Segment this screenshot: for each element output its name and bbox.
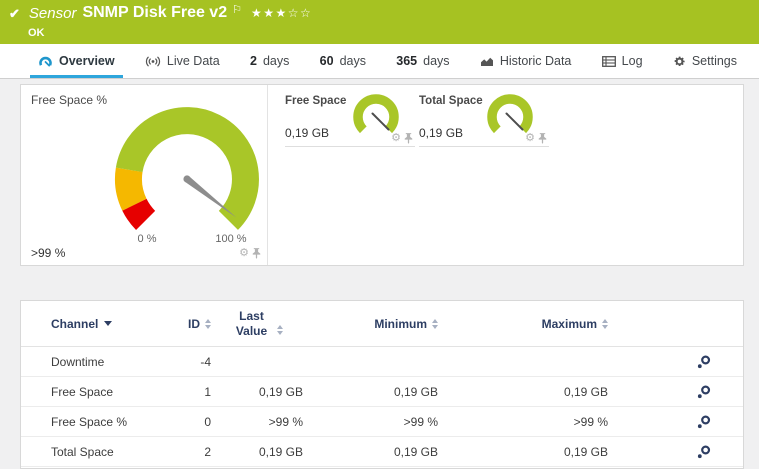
mini-gauge-settings-gear-icon[interactable]: ⚙ bbox=[391, 133, 401, 144]
mini-gauge-value: 0,19 GB bbox=[285, 126, 330, 140]
priority-stars[interactable]: ★★★☆☆ bbox=[251, 6, 312, 20]
free-space-percent-gauge-panel: Free Space % 0 % 100 % >99 % ⚙ bbox=[21, 85, 268, 265]
sensor-status-header: ✔ Sensor SNMP Disk Free v2 ⚐ ★★★☆☆ OK bbox=[0, 0, 759, 44]
sorted-desc-icon bbox=[104, 321, 113, 326]
channel-name: Free Space bbox=[51, 384, 114, 399]
gauge-settings-gear-icon[interactable]: ⚙ bbox=[239, 248, 249, 259]
tab-historic-data[interactable]: Historic Data bbox=[470, 44, 582, 78]
gauge-icon bbox=[39, 56, 52, 67]
tab-60-days[interactable]: 60 days bbox=[310, 44, 376, 78]
object-kind-label: Sensor bbox=[28, 5, 77, 22]
channel-last-value: 0,19 GB bbox=[258, 384, 303, 399]
column-header-maximum[interactable]: Maximum bbox=[438, 317, 608, 331]
flag-icon: ⚐ bbox=[232, 4, 242, 16]
channel-name: Free Space % bbox=[51, 414, 128, 429]
tab-bar: Overview Live Data 2 days 60 days 365 da… bbox=[0, 44, 759, 79]
channel-table-panel: Channel ID Last Value Minimum Maximum Do… bbox=[20, 300, 744, 469]
sensor-title: SNMP Disk Free v2 bbox=[82, 4, 228, 21]
channel-name: Downtime bbox=[51, 354, 105, 369]
mini-gauge-title: Total Space bbox=[419, 95, 483, 107]
area-chart-icon bbox=[480, 57, 493, 66]
free-space-percent-gauge bbox=[115, 107, 259, 230]
channel-settings-icon[interactable] bbox=[697, 444, 711, 459]
tab-2-days-label: days bbox=[262, 54, 290, 68]
column-header-id[interactable]: ID bbox=[163, 317, 211, 331]
tab-overview-label: Overview bbox=[59, 54, 115, 68]
tab-log-label: Log bbox=[621, 54, 643, 68]
mini-gauge-settings-gear-icon[interactable]: ⚙ bbox=[525, 133, 535, 144]
pin-icon[interactable] bbox=[404, 133, 413, 144]
tab-live-data-label: Live Data bbox=[166, 54, 220, 68]
gauge-scale-max: 100 % bbox=[215, 233, 247, 245]
gear-icon bbox=[674, 56, 685, 66]
live-data-icon bbox=[145, 56, 160, 66]
column-header-channel[interactable]: Channel bbox=[51, 317, 163, 331]
column-header-minimum[interactable]: Minimum bbox=[303, 317, 438, 331]
tab-settings-label: Settings bbox=[691, 54, 737, 68]
status-check-icon: ✔ bbox=[9, 6, 20, 21]
mini-gauge-needle bbox=[505, 112, 524, 131]
tab-365-days-label: days bbox=[423, 54, 450, 68]
pin-icon[interactable] bbox=[252, 248, 261, 259]
free-space-mini-panel: Free Space 0,19 GB ⚙ bbox=[285, 89, 415, 147]
channel-maximum: 0,19 GB bbox=[563, 384, 608, 399]
log-list-icon bbox=[601, 55, 616, 67]
sort-icon bbox=[276, 324, 283, 335]
table-row-total-space: Total Space 2 0,19 GB 0,19 GB 0,19 GB bbox=[21, 437, 743, 467]
tab-log[interactable]: Log bbox=[592, 44, 653, 78]
tab-2-days-number: 2 bbox=[250, 54, 257, 68]
status-badge: OK bbox=[28, 27, 45, 39]
channel-minimum: >99 % bbox=[403, 414, 438, 429]
channel-maximum: 0,19 GB bbox=[563, 444, 608, 459]
channel-maximum: >99 % bbox=[573, 414, 608, 429]
channel-minimum: 0,19 GB bbox=[393, 444, 438, 459]
channel-id: 0 bbox=[204, 414, 211, 429]
column-header-last-value[interactable]: Last Value bbox=[211, 309, 303, 339]
gauge-scale-min: 0 % bbox=[137, 233, 157, 245]
channel-id: 1 bbox=[204, 384, 211, 399]
channel-id: -4 bbox=[200, 354, 211, 369]
table-row-free-space-percent: Free Space % 0 >99 % >99 % >99 % bbox=[21, 407, 743, 437]
sort-icon bbox=[602, 318, 608, 329]
channel-settings-icon[interactable] bbox=[697, 414, 711, 429]
mini-gauge-needle bbox=[371, 112, 390, 131]
gauge-current-value: >99 % bbox=[31, 246, 66, 260]
tab-historic-data-label: Historic Data bbox=[499, 54, 572, 68]
tab-365-days[interactable]: 365 days bbox=[386, 44, 459, 78]
tab-60-days-label: days bbox=[339, 54, 366, 68]
tab-settings[interactable]: Settings bbox=[663, 44, 747, 78]
table-row-downtime: Downtime -4 bbox=[21, 347, 743, 377]
table-row-free-space: Free Space 1 0,19 GB 0,19 GB 0,19 GB bbox=[21, 377, 743, 407]
tab-2-days[interactable]: 2 days bbox=[240, 44, 299, 78]
tab-365-days-number: 365 bbox=[396, 54, 418, 68]
channel-last-value: >99 % bbox=[268, 414, 303, 429]
mini-gauge-title: Free Space bbox=[285, 95, 347, 107]
channel-minimum: 0,19 GB bbox=[393, 384, 438, 399]
mini-gauge-value: 0,19 GB bbox=[419, 126, 464, 140]
channel-settings-icon[interactable] bbox=[697, 354, 711, 369]
channel-last-value: 0,19 GB bbox=[258, 444, 303, 459]
channel-settings-icon[interactable] bbox=[697, 384, 711, 399]
tab-live-data[interactable]: Live Data bbox=[135, 44, 230, 78]
total-space-mini-panel: Total Space 0,19 GB ⚙ bbox=[419, 89, 549, 147]
channel-name: Total Space bbox=[51, 444, 114, 459]
overview-panel: Free Space % 0 % 100 % >99 % ⚙ Free Spac… bbox=[20, 84, 744, 266]
channel-table-header: Channel ID Last Value Minimum Maximum bbox=[21, 301, 743, 347]
channel-id: 2 bbox=[204, 444, 211, 459]
tab-overview[interactable]: Overview bbox=[28, 44, 125, 78]
pin-icon[interactable] bbox=[538, 133, 547, 144]
tab-60-days-number: 60 bbox=[319, 54, 334, 68]
